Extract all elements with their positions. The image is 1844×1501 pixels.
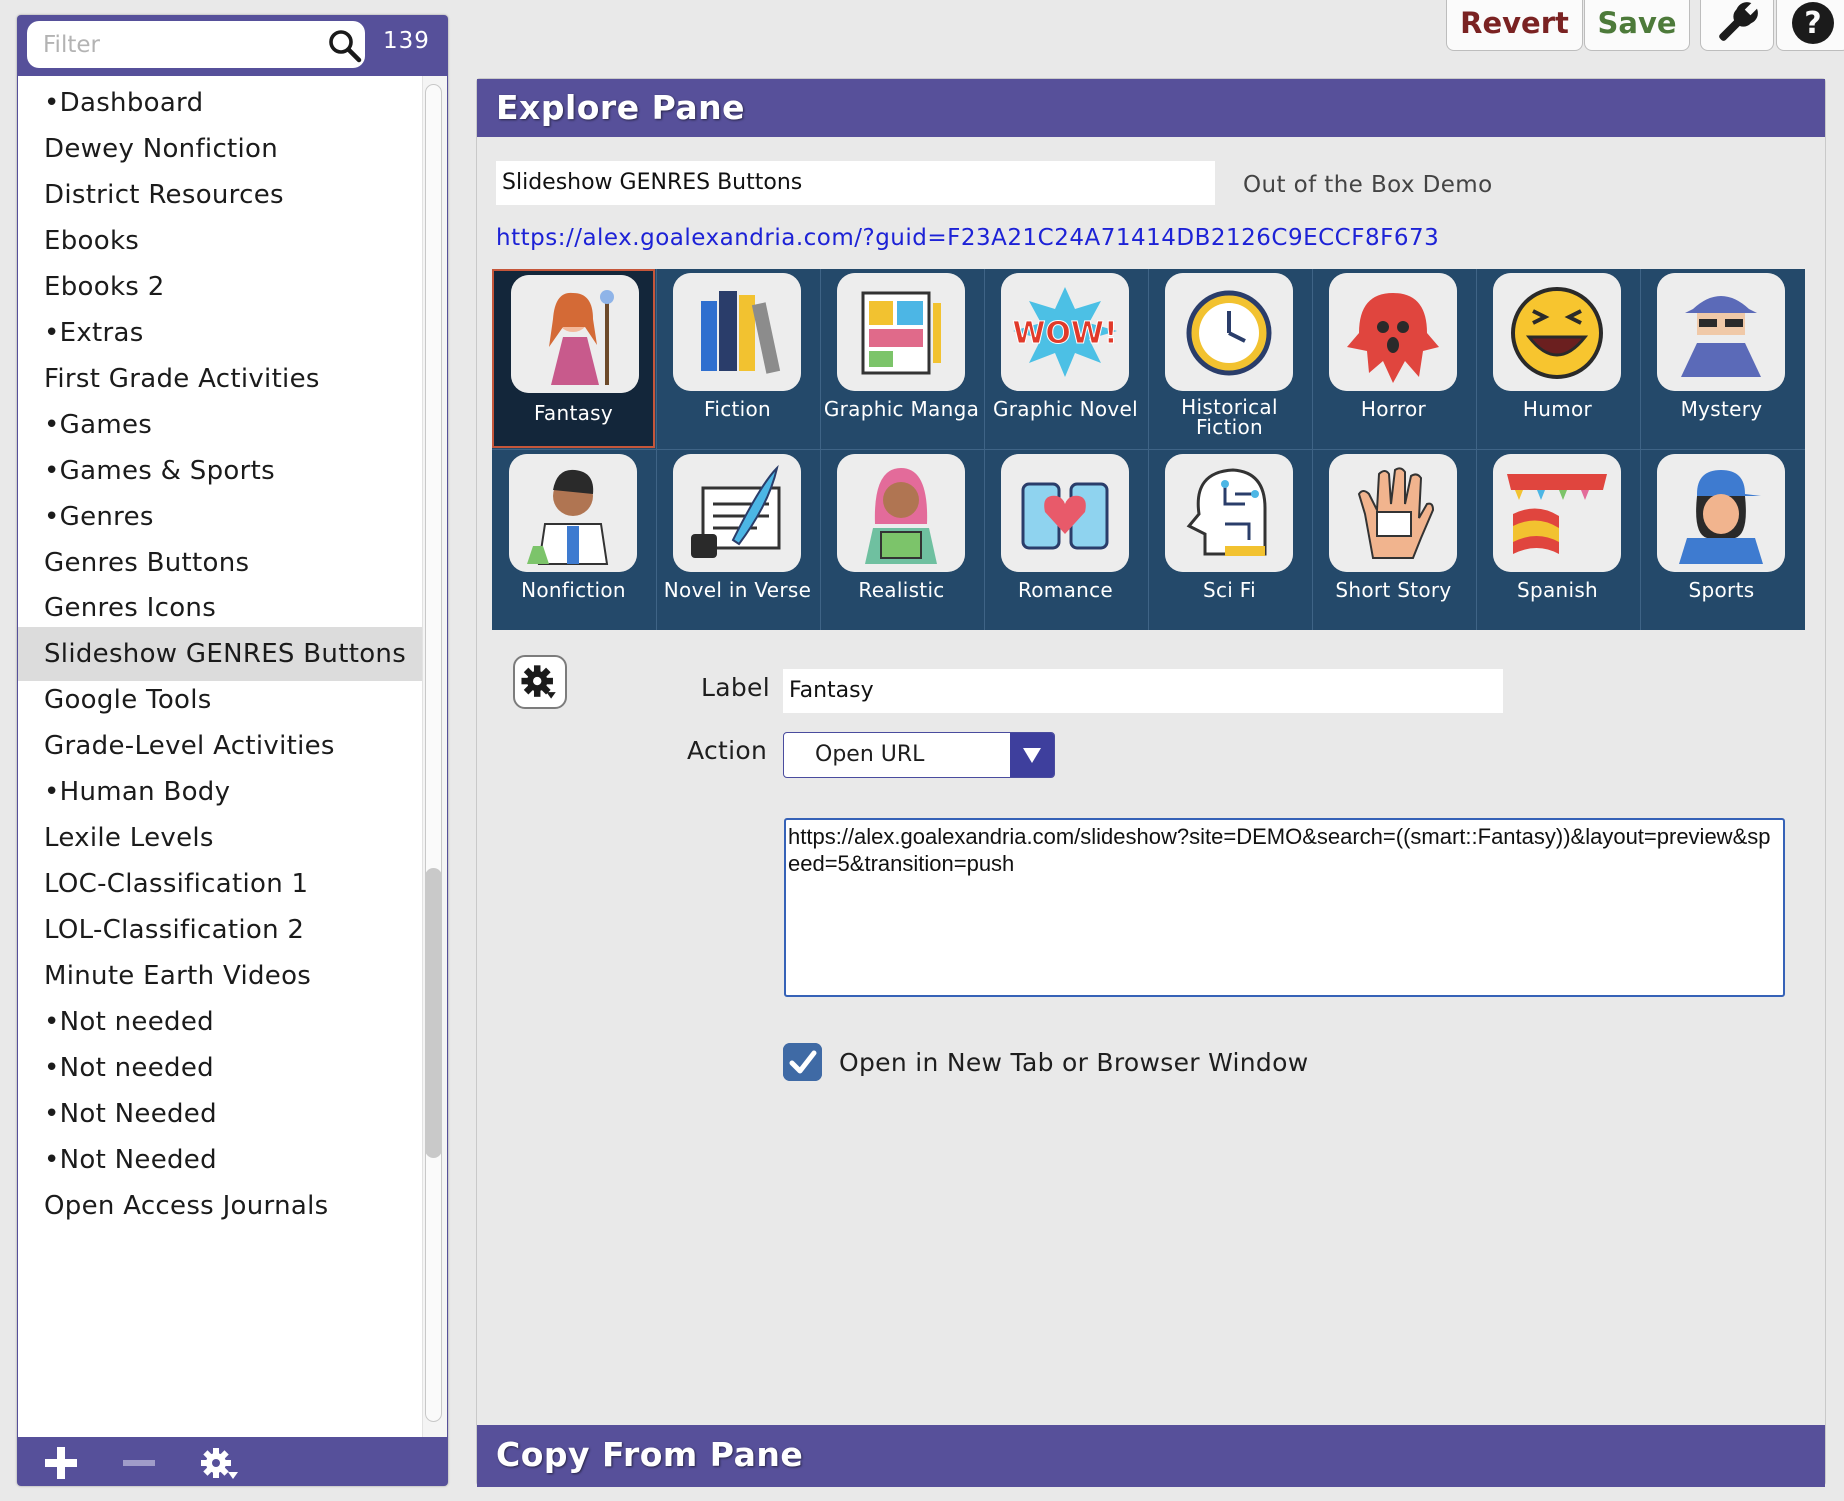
minus-icon[interactable] — [119, 1445, 159, 1481]
genre-button-sports[interactable]: Sports — [1640, 450, 1803, 629]
genre-button-realistic[interactable]: Realistic — [820, 450, 983, 629]
genre-button-horror[interactable]: Horror — [1312, 269, 1475, 448]
url-textarea[interactable]: https://alex.goalexandria.com/slideshow?… — [784, 818, 1785, 997]
novel-in-verse-icon — [673, 454, 801, 572]
genre-label: Short Story — [1335, 578, 1452, 602]
genre-label: Realistic — [858, 578, 945, 602]
genre-label: Sci Fi — [1202, 578, 1256, 602]
filter-input[interactable] — [41, 28, 305, 62]
button-options-gear-button[interactable] — [513, 655, 567, 709]
explore-pane: Explore Pane Slideshow GENRES Buttons Ou… — [476, 78, 1826, 1487]
fantasy-icon — [511, 275, 639, 393]
action-dropdown-value: Open URL — [815, 742, 925, 767]
nonfiction-icon — [509, 454, 637, 572]
genre-label: Graphic Manga — [823, 397, 980, 421]
genre-button-romance[interactable]: Romance — [984, 450, 1147, 629]
genre-label: Sports — [1688, 578, 1755, 602]
revert-button[interactable]: Revert — [1446, 0, 1583, 51]
genre-label: Mystery — [1680, 397, 1763, 421]
pane-list: •Dashboard Dewey Nonfiction District Res… — [18, 76, 447, 1437]
genre-label: Humor — [1522, 397, 1593, 421]
genre-label: Fantasy — [533, 401, 614, 425]
genre-label: Romance — [1017, 578, 1114, 602]
search-icon[interactable] — [327, 28, 363, 64]
genre-label: Nonfiction — [521, 578, 626, 602]
new-tab-checkbox[interactable] — [783, 1043, 822, 1081]
tools-button[interactable] — [1700, 0, 1774, 51]
historical-fiction-icon — [1165, 273, 1293, 391]
genre-button-mystery[interactable]: Mystery — [1640, 269, 1803, 448]
genre-button-nonfiction[interactable]: Nonfiction — [492, 450, 655, 629]
new-tab-label: Open in New Tab or Browser Window — [839, 1048, 1309, 1077]
save-button[interactable]: Save — [1584, 0, 1690, 51]
genre-button-fiction[interactable]: Fiction — [656, 269, 819, 448]
scrollbar-thumb[interactable] — [425, 868, 442, 1158]
genre-button-fantasy[interactable]: Fantasy — [492, 269, 655, 448]
genre-button-humor[interactable]: Humor — [1476, 269, 1639, 448]
list-item[interactable]: Open Access Journals — [18, 1179, 423, 1233]
spanish-icon — [1493, 454, 1621, 572]
romance-icon — [1001, 454, 1129, 572]
revert-button-label: Revert — [1460, 5, 1569, 40]
explore-pane-header: Explore Pane — [477, 79, 1825, 137]
genre-label: Novel in Verse — [663, 578, 812, 602]
pane-url-link[interactable]: https://alex.goalexandria.com/?guid=F23A… — [496, 225, 1439, 251]
plus-icon[interactable] — [41, 1445, 81, 1481]
svg-text:?: ? — [1804, 6, 1821, 41]
genre-button-sci-fi[interactable]: Sci Fi — [1148, 450, 1311, 629]
genre-button-graphic-manga[interactable]: Graphic Manga — [820, 269, 983, 448]
gear-menu-icon[interactable] — [199, 1445, 239, 1481]
label-field-value: Fantasy — [789, 678, 874, 703]
chevron-down-icon[interactable] — [1010, 733, 1054, 777]
question-icon: ? — [1792, 1, 1834, 44]
svg-text:WOW!: WOW! — [1012, 316, 1117, 351]
genre-label: Fiction — [703, 397, 771, 421]
genre-label: Graphic Novel — [992, 397, 1139, 421]
result-count: 139 — [383, 28, 430, 54]
action-caption: Action — [687, 736, 768, 765]
site-name: Out of the Box Demo — [1243, 172, 1493, 198]
genre-label: Spanish — [1516, 578, 1599, 602]
graphic-novel-icon: WOW! — [1001, 273, 1129, 391]
fiction-icon — [673, 273, 801, 391]
action-dropdown[interactable]: Open URL — [783, 732, 1055, 778]
realistic-icon — [837, 454, 965, 572]
sci-fi-icon — [1165, 454, 1293, 572]
wrench-icon — [1719, 0, 1759, 41]
sports-icon — [1657, 454, 1785, 572]
filter-box — [27, 21, 365, 68]
humor-icon — [1493, 273, 1621, 391]
mystery-icon — [1657, 273, 1785, 391]
sidebar-footer — [17, 1437, 448, 1486]
genre-button-novel-in-verse[interactable]: Novel in Verse — [656, 450, 819, 629]
scrollbar-frame — [425, 84, 442, 1422]
genre-label: Horror — [1360, 397, 1427, 421]
genre-button-graphic-novel[interactable]: WOW! Graphic Novel — [984, 269, 1147, 448]
genre-button-historical-fiction[interactable]: Historical Fiction — [1148, 269, 1311, 448]
label-caption: Label — [701, 673, 770, 702]
label-field[interactable]: Fantasy — [783, 669, 1503, 713]
short-story-icon — [1329, 454, 1457, 572]
save-button-label: Save — [1597, 5, 1677, 40]
copy-from-pane-header[interactable]: Copy From Pane — [477, 1425, 1825, 1487]
genre-button-short-story[interactable]: Short Story — [1312, 450, 1475, 629]
genre-button-grid: Fantasy Fiction Graphic Manga WOW! Graph… — [492, 269, 1805, 630]
genre-label: Historical Fiction — [1181, 395, 1278, 439]
help-button[interactable]: ? — [1776, 0, 1844, 51]
genre-button-spanish[interactable]: Spanish — [1476, 450, 1639, 629]
pane-list-sidebar: 139 •Dashboard Dewey Nonfiction District… — [17, 15, 448, 1486]
pane-name-field[interactable]: Slideshow GENRES Buttons — [496, 161, 1215, 205]
horror-icon — [1329, 273, 1457, 391]
graphic-manga-icon — [837, 273, 965, 391]
